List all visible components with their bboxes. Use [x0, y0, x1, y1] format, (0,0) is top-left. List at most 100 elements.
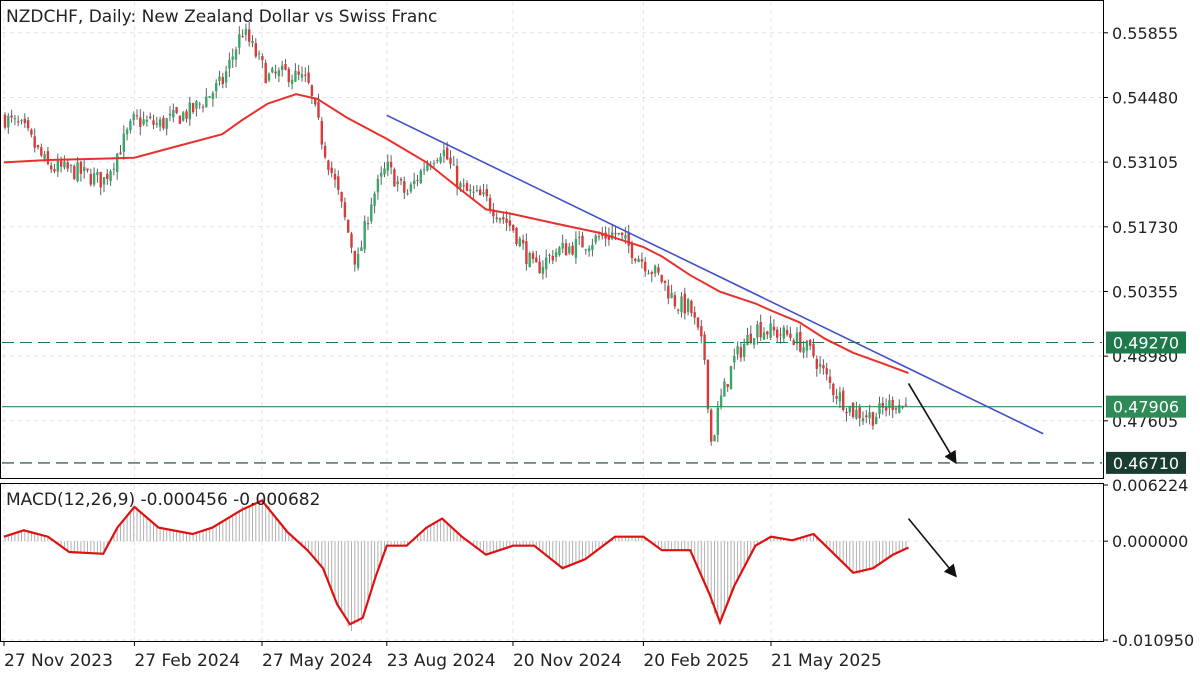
bear-candle	[706, 359, 710, 409]
bull-candle	[716, 407, 719, 435]
bear-candle	[66, 162, 69, 169]
bear-candle	[617, 232, 620, 234]
bear-candle	[201, 106, 205, 108]
bear-candle	[178, 115, 182, 124]
bull-candle	[723, 381, 726, 397]
bull-candle	[469, 189, 472, 191]
bear-candle	[551, 255, 554, 261]
bear-candle	[89, 173, 92, 185]
bear-candle	[696, 317, 700, 328]
bear-candle	[832, 383, 835, 396]
bull-candle	[363, 220, 366, 250]
bear-candle	[191, 103, 195, 113]
x-tick-label: 23 Aug 2024	[387, 651, 496, 671]
candlestick-series	[3, 22, 908, 446]
bull-candle	[116, 153, 119, 173]
bear-candle	[677, 309, 680, 311]
bear-candle	[779, 334, 782, 336]
x-tick-label: 27 Nov 2023	[4, 651, 113, 671]
bear-candle	[465, 182, 469, 192]
bull-candle	[472, 191, 475, 193]
horizontal-levels	[2, 341, 1102, 464]
level-tag-label: 0.47906	[1113, 398, 1179, 417]
bear-candle	[710, 409, 713, 442]
bear-candle	[663, 280, 667, 283]
bull-candle	[762, 332, 766, 340]
bull-candle	[541, 266, 545, 274]
bear-candle	[261, 56, 264, 61]
bear-candle	[248, 29, 251, 42]
bear-candle	[241, 36, 244, 38]
bull-candle	[172, 109, 175, 118]
bear-candle	[505, 218, 508, 223]
bear-candle	[835, 396, 838, 399]
bull-candle	[713, 435, 716, 442]
bear-candle	[36, 145, 40, 148]
y-tick-label: 0.54480	[1112, 88, 1178, 107]
bull-candle	[277, 70, 281, 77]
bear-candle	[502, 217, 505, 220]
bull-candle	[518, 238, 521, 247]
x-tick-label: 21 May 2025	[771, 651, 882, 671]
bear-candle	[634, 258, 637, 261]
time-axis: 27 Nov 2023 27 Feb 2024 27 May 2024 23 Aug …	[3, 641, 882, 671]
bull-candle	[436, 160, 439, 162]
bear-candle	[139, 117, 142, 127]
bull-candle	[413, 180, 416, 185]
bear-candle	[690, 300, 693, 314]
chart-window: NZDCHF, Daily: New Zealand Dollar vs Swi…	[0, 0, 1200, 675]
price-axis: 0.558550.544800.531050.517300.503550.489…	[1103, 24, 1178, 431]
bull-candle	[498, 218, 502, 221]
bear-candle	[317, 101, 320, 118]
macd-axis: 0.006224 0.000000 -0.010950	[1103, 476, 1194, 650]
bear-candle	[776, 329, 779, 338]
bear-candle	[152, 120, 155, 125]
bear-candle	[538, 261, 541, 274]
bear-candle	[307, 72, 310, 83]
down-arrow-macd	[907, 518, 957, 578]
bear-candle	[822, 365, 825, 369]
bear-candle	[33, 136, 36, 148]
bull-candle	[769, 323, 772, 338]
bull-candle	[129, 120, 132, 131]
level-tags: 0.49270 0.47906 0.46710	[1106, 331, 1186, 474]
bull-candle	[439, 156, 442, 163]
bull-candle	[63, 161, 66, 168]
bull-candle	[267, 73, 271, 81]
bear-candle	[683, 293, 686, 314]
bull-candle	[69, 165, 73, 167]
bull-candle	[670, 292, 673, 298]
bull-candle	[554, 252, 558, 258]
bear-candle	[135, 115, 139, 117]
trendline[interactable]	[386, 114, 1044, 435]
bear-candle	[162, 117, 165, 129]
bull-candle	[195, 101, 198, 109]
x-tick-label: 27 Feb 2024	[134, 651, 240, 671]
bear-candle	[627, 232, 630, 246]
bull-candle	[125, 129, 129, 135]
bull-candle	[215, 83, 218, 92]
bear-candle	[26, 120, 30, 129]
bear-candle	[571, 245, 574, 255]
bull-candle	[782, 327, 785, 339]
bull-candle	[102, 177, 106, 185]
bear-candle	[254, 43, 257, 57]
moving-average-line	[3, 93, 909, 375]
bear-candle	[343, 202, 347, 218]
bear-candle	[30, 129, 33, 135]
bear-candle	[644, 261, 647, 272]
bull-candle	[300, 74, 304, 78]
bull-candle	[729, 365, 733, 390]
bull-candle	[165, 118, 168, 129]
bear-candle	[766, 331, 769, 335]
bear-candle	[673, 295, 677, 307]
bull-candle	[43, 154, 46, 159]
bull-candle	[574, 239, 578, 258]
bear-candle	[512, 224, 515, 231]
bear-candle	[858, 407, 861, 419]
bull-candle	[624, 235, 627, 239]
bear-candle	[340, 192, 343, 202]
bear-candle	[485, 189, 488, 197]
bear-candle	[287, 68, 290, 83]
bull-candle	[459, 183, 462, 188]
